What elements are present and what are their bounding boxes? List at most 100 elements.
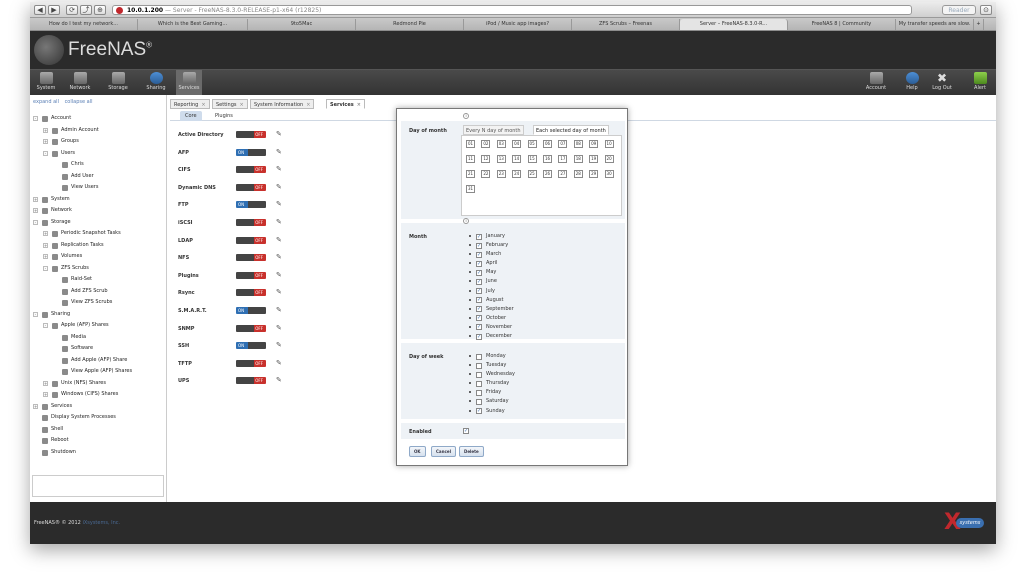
service-toggle[interactable]: ON <box>236 201 266 209</box>
ok-button[interactable]: OK <box>409 446 426 457</box>
collapse-icon[interactable]: - <box>33 311 38 317</box>
wrench-icon[interactable]: ✎ <box>276 288 282 296</box>
expand-icon[interactable]: + <box>43 139 48 144</box>
browser-tab[interactable]: ZFS Scrubs – Freenas <box>572 19 680 30</box>
month-checkbox[interactable]: ✓ <box>476 251 482 258</box>
tree-item[interactable]: + Periodic Snapshot Tasks <box>30 228 167 240</box>
weekday-checkbox[interactable] <box>476 389 482 396</box>
day-checkbox[interactable]: 10 <box>604 140 614 148</box>
day-checkbox[interactable]: 31 <box>466 185 475 193</box>
subtab-plugins[interactable]: Plugins <box>210 111 238 121</box>
day-checkbox[interactable]: 03 <box>496 140 506 148</box>
nav-services[interactable]: Services <box>176 70 202 96</box>
month-checkbox[interactable]: ✓ <box>476 297 482 304</box>
collapse-icon[interactable]: - <box>43 150 48 156</box>
tree-item[interactable]: View ZFS Scrubs <box>30 297 167 309</box>
back-button[interactable]: ◀ <box>34 5 46 15</box>
browser-tab[interactable]: My transfer speeds are slow. <box>896 19 974 30</box>
expand-icon[interactable]: + <box>43 254 48 259</box>
tree-item[interactable]: - Apple (AFP) Shares <box>30 320 167 332</box>
wrench-icon[interactable]: ✎ <box>276 218 282 226</box>
service-toggle[interactable]: OFF <box>236 324 266 332</box>
weekday-checkbox[interactable] <box>476 371 482 378</box>
tree-item[interactable]: + System <box>30 194 167 206</box>
service-toggle[interactable]: OFF <box>236 236 266 244</box>
nav-network[interactable]: Network <box>64 70 96 96</box>
month-checkbox[interactable]: ✓ <box>476 260 482 267</box>
browser-tab[interactable]: Server – FreeNAS-8.3.0-R... <box>680 19 788 30</box>
day-checkbox[interactable]: 04 <box>512 140 522 148</box>
tree-item[interactable]: Add Apple (AFP) Share <box>30 355 167 367</box>
service-toggle[interactable]: OFF <box>236 271 266 279</box>
expand-icon[interactable]: + <box>43 242 48 248</box>
service-toggle[interactable]: ON <box>236 148 266 156</box>
service-toggle[interactable]: OFF <box>236 183 266 191</box>
browser-tab[interactable]: 9to5Mac <box>248 19 356 30</box>
day-checkbox[interactable]: 28 <box>573 170 583 178</box>
day-checkbox[interactable]: 09 <box>589 140 599 148</box>
service-toggle[interactable]: ON <box>236 307 266 314</box>
close-icon[interactable]: × <box>357 102 361 108</box>
wrench-icon[interactable]: ✎ <box>276 341 282 349</box>
day-checkbox[interactable]: 11 <box>466 155 475 163</box>
tree-item[interactable]: - Sharing <box>30 309 167 321</box>
month-checkbox[interactable]: ✓ <box>476 242 482 249</box>
service-toggle[interactable]: OFF <box>236 359 266 367</box>
info-icon[interactable]: i <box>463 218 469 224</box>
expand-icon[interactable]: + <box>43 231 48 236</box>
expand-icon[interactable]: + <box>43 127 48 133</box>
browser-tab[interactable]: FreeNAS 8 | Community <box>788 19 896 30</box>
nav-alert[interactable]: Alert <box>964 70 996 96</box>
tree-item[interactable]: Reboot <box>30 435 167 447</box>
delete-button[interactable]: Delete <box>459 446 484 457</box>
nav-system[interactable]: System <box>30 70 62 96</box>
tree-item[interactable]: Add ZFS Scrub <box>30 286 167 298</box>
collapse-icon[interactable]: - <box>33 219 38 225</box>
wrench-icon[interactable]: ✎ <box>276 324 282 332</box>
tree-item[interactable]: + Services <box>30 401 167 413</box>
day-checkbox[interactable]: 17 <box>558 155 568 163</box>
day-checkbox[interactable]: 20 <box>604 155 614 163</box>
weekday-checkbox[interactable] <box>476 398 482 405</box>
collapse-icon[interactable]: - <box>43 265 48 271</box>
tree-item[interactable]: + Admin Account <box>30 125 167 137</box>
extension-button[interactable]: ⊕ <box>94 5 106 15</box>
forward-button[interactable]: ▶ <box>48 5 60 15</box>
month-checkbox[interactable]: ✓ <box>476 288 482 295</box>
weekday-checkbox[interactable]: ✓ <box>476 408 482 415</box>
content-tab[interactable]: Settings × <box>212 99 248 109</box>
content-tab[interactable]: Reporting × <box>170 99 210 109</box>
day-checkbox[interactable]: 24 <box>512 170 522 178</box>
cancel-button[interactable]: Cancel <box>431 446 456 457</box>
nav-storage[interactable]: Storage <box>102 70 134 96</box>
weekday-checkbox[interactable] <box>476 353 482 360</box>
day-of-month-tab[interactable]: Every N day of month <box>463 125 524 135</box>
content-tab[interactable]: Services × <box>326 99 365 109</box>
enabled-checkbox[interactable]: ✓ <box>463 428 469 434</box>
day-checkbox[interactable]: 18 <box>573 155 583 163</box>
address-bar[interactable]: 10.0.1.200 — Server - FreeNAS-8.3.0-RELE… <box>112 5 912 15</box>
tree-item[interactable]: Display System Processes <box>30 412 167 424</box>
weekday-checkbox[interactable] <box>476 362 482 369</box>
day-checkbox[interactable]: 22 <box>481 170 491 178</box>
tree-item[interactable]: + Groups <box>30 136 167 148</box>
expand-icon[interactable]: + <box>33 208 38 213</box>
day-checkbox[interactable]: 07 <box>558 140 568 148</box>
browser-tab[interactable]: iPod / Music app images? <box>464 19 572 30</box>
expand-icon[interactable]: + <box>43 380 48 386</box>
tree-item[interactable]: + Replication Tasks <box>30 240 167 252</box>
expand-icon[interactable]: + <box>43 392 48 397</box>
day-checkbox[interactable]: 01 <box>466 140 475 148</box>
service-toggle[interactable]: OFF <box>236 254 266 262</box>
service-toggle[interactable]: OFF <box>236 131 266 138</box>
day-checkbox[interactable]: 19 <box>589 155 599 163</box>
day-of-month-tab[interactable]: Each selected day of month <box>533 125 609 135</box>
service-toggle[interactable]: OFF <box>236 289 266 297</box>
wrench-icon[interactable]: ✎ <box>276 148 282 156</box>
tree-item[interactable]: - Account <box>30 113 167 125</box>
close-icon[interactable]: × <box>306 102 310 108</box>
company-link[interactable]: iXsystems, Inc. <box>82 520 120 526</box>
downloads-icon[interactable]: ⊙ <box>980 5 992 15</box>
tree-item[interactable]: - Users <box>30 148 167 160</box>
month-checkbox[interactable]: ✓ <box>476 324 482 331</box>
